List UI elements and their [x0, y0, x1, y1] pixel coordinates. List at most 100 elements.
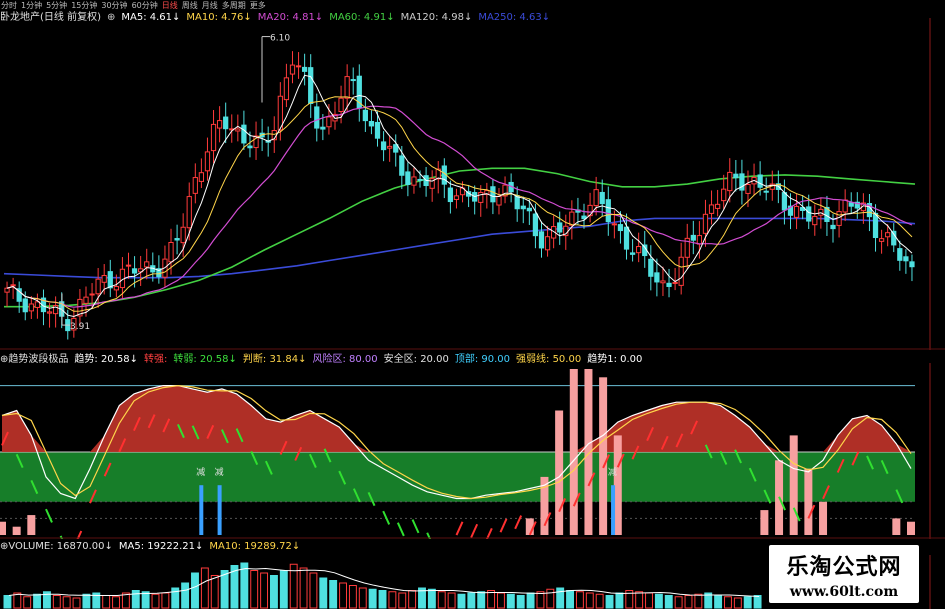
candle-body [320, 126, 326, 130]
reduce-signal-bar [217, 485, 222, 535]
watermark: 乐淘公式网 www.60lt.com [769, 545, 919, 603]
candle-body [235, 128, 241, 132]
volume-bar [506, 593, 515, 609]
candle-body [544, 236, 551, 251]
volume-bar [724, 596, 732, 609]
candle-body [283, 77, 290, 101]
candle-body [223, 116, 229, 130]
volume-bar [250, 570, 259, 609]
wave-segment [59, 535, 64, 539]
candle-body [125, 264, 132, 267]
volume-bar [33, 593, 42, 609]
volume-bar [319, 577, 328, 609]
volume-bar [368, 588, 377, 609]
volume-bar [753, 595, 762, 609]
vol-ma5-label: MA5: 19222.21↓ [118, 541, 204, 552]
candle-body [708, 204, 715, 214]
candle-body [326, 116, 332, 128]
candle-body [344, 76, 350, 99]
volume-bar [743, 596, 752, 609]
candle-body [878, 238, 885, 242]
volume-bar [3, 595, 12, 609]
volume-bar [62, 596, 71, 609]
trend-indicator-chart[interactable]: 减减减 [0, 363, 945, 539]
volume-header: ⊕VOLUME: 16870.00↓ MA5: 19222.21↓ MA10: … [0, 540, 300, 553]
volume-bar [398, 592, 407, 609]
candle-body [308, 67, 314, 104]
candle-body [623, 226, 630, 250]
volume-bar [654, 593, 663, 609]
candle-body [192, 177, 198, 194]
period-tab-7[interactable]: 周线 [181, 0, 201, 11]
candle-body [721, 188, 727, 202]
wave-segment [499, 518, 508, 533]
volume-bar [23, 596, 32, 609]
candle-body [83, 296, 89, 304]
period-tab-0[interactable]: 分时 [0, 0, 20, 11]
wave-segment [382, 510, 391, 525]
volume-bar [339, 582, 347, 609]
candlestick-chart[interactable]: 6.10 3.91 [0, 18, 945, 350]
period-tab-5[interactable]: 60分钟 [131, 0, 161, 11]
volume-bar [220, 570, 229, 609]
period-tab-8[interactable]: 月线 [201, 0, 221, 11]
wave-segment [485, 527, 493, 539]
volume-bar [477, 591, 486, 609]
reduce-label: 减 [215, 466, 224, 478]
candle-body [666, 282, 672, 287]
candle-body [447, 187, 454, 203]
reduce-label: 减 [608, 466, 617, 478]
volume-bar [437, 591, 446, 609]
candle-body [629, 252, 636, 255]
period-tab-3[interactable]: 15分钟 [70, 0, 100, 11]
candle-body [113, 285, 119, 291]
period-tab-1[interactable]: 1分钟 [20, 0, 45, 11]
strength-bar [27, 515, 36, 535]
candle-body [107, 271, 113, 289]
candle-body [387, 145, 393, 149]
candle-body [654, 272, 660, 283]
period-tab-4[interactable]: 30分钟 [100, 0, 130, 11]
candle-body [314, 106, 320, 129]
period-tab-9[interactable]: 多周期 [221, 0, 249, 11]
volume-bar [388, 591, 397, 609]
volume-bar [447, 592, 456, 609]
candle-body [733, 173, 739, 179]
candle-body [727, 171, 733, 192]
volume-bar [595, 593, 604, 609]
volume-bar [427, 588, 436, 609]
volume-bar [585, 592, 594, 609]
candle-body [909, 261, 915, 268]
period-tab-6[interactable]: 日线 [161, 0, 181, 11]
volume-bar [674, 596, 683, 609]
volume-bar [191, 572, 199, 609]
period-tab-10[interactable]: 更多 [249, 0, 269, 11]
candle-body [289, 64, 296, 75]
stock-chart-window: 分时 1分钟 5分钟 15分钟 30分钟 60分钟 日线 周线 月线 多周期 更多 卧龙地产(日线 … [0, 0, 945, 609]
candle-body [842, 199, 848, 213]
volume-bar [200, 567, 209, 609]
candle-body [405, 171, 411, 186]
candle-body [302, 66, 308, 72]
candle-body [696, 235, 703, 245]
strength-bar [0, 521, 6, 535]
watermark-url: www.60lt.com [789, 584, 899, 600]
candle-body [514, 195, 520, 210]
volume-bar [714, 595, 723, 609]
candle-body [793, 205, 800, 218]
candle-body [374, 121, 381, 139]
period-tab-2[interactable]: 5分钟 [45, 0, 70, 11]
candle-body [897, 248, 903, 261]
candle-body [903, 256, 909, 262]
candle-body [763, 190, 769, 193]
candle-body [599, 191, 605, 205]
reduce-signal-bar [199, 485, 204, 535]
candle-body [399, 155, 405, 176]
strength-bar [555, 410, 564, 535]
low-price-label: 3.91 [70, 322, 90, 332]
volume-bar [497, 592, 505, 609]
volume-bar [516, 595, 525, 609]
candle-body [806, 206, 812, 222]
candle-body [180, 226, 186, 244]
candle-body [380, 141, 387, 151]
